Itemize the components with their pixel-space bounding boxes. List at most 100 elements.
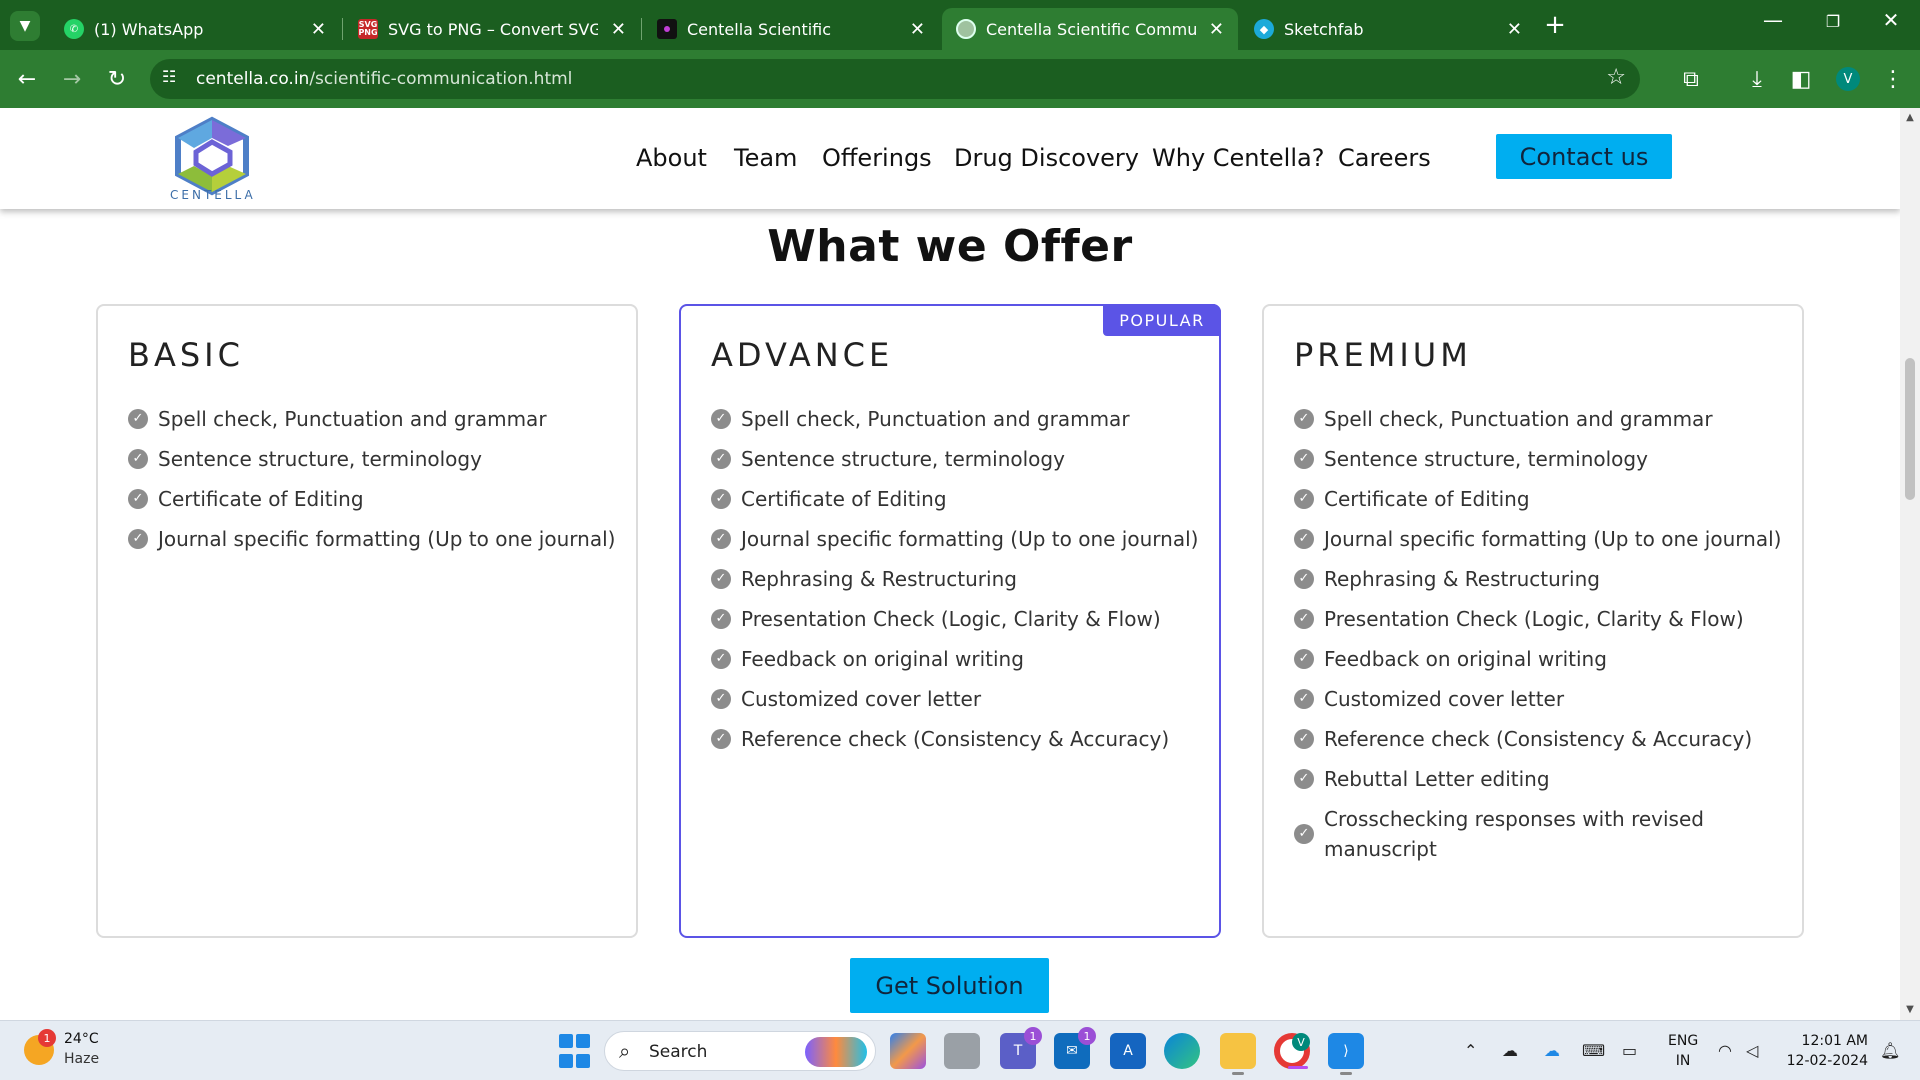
get-solution-button[interactable]: Get Solution (850, 958, 1049, 1013)
folder-icon[interactable] (1220, 1033, 1256, 1075)
feature-item: ✓ Rephrasing & Restructuring (711, 564, 1201, 594)
feature-text: Presentation Check (Logic, Clarity & Flo… (741, 607, 1161, 631)
close-window-button[interactable]: ✕ (1868, 8, 1914, 32)
browser-menu-button[interactable]: ⋮ (1876, 62, 1910, 96)
notification-bell-icon[interactable]: 🔔︎ (1880, 1041, 1900, 1060)
scroll-down-icon[interactable]: ▼ (1900, 1004, 1920, 1015)
feature-text: Feedback on original writing (1324, 647, 1607, 671)
popular-badge: POPULAR (1103, 304, 1221, 336)
close-icon[interactable]: ✕ (1507, 19, 1522, 40)
page-scrollbar[interactable]: ▲ ▼ (1900, 108, 1920, 1020)
check-circle-icon: ✓ (711, 449, 731, 469)
minimize-button[interactable]: — (1750, 8, 1796, 32)
clock[interactable]: 12:01 AM 12-02-2024 (1780, 1031, 1868, 1071)
azure-icon[interactable]: A (1110, 1033, 1146, 1069)
weather-temperature[interactable]: 24°C (64, 1031, 99, 1047)
downloads-button[interactable]: ⤓ (1740, 62, 1774, 96)
tab-centella-communication[interactable]: Centella Scientific Communicati ✕ (942, 8, 1238, 50)
address-bar[interactable]: ☷ centella.co.in/scientific-communicatio… (150, 59, 1640, 99)
web-page: CENTELLA About Team Offerings Drug Disco… (0, 108, 1900, 1020)
check-circle-icon: ✓ (711, 729, 731, 749)
tab-strip: ▼ ✆ (1) WhatsApp ✕ SVG PNG SVG to PNG – … (0, 0, 1920, 50)
reload-button[interactable]: ↻ (100, 62, 134, 96)
check-circle-icon: ✓ (1294, 649, 1314, 669)
feature-item: ✓ Crosschecking responses with revised ma… (1294, 804, 1784, 864)
extensions-button[interactable]: ⧉ (1674, 62, 1708, 96)
onedrive-icon[interactable]: ☁ (1544, 1041, 1560, 1060)
plan-title: BASIC (128, 336, 244, 374)
svg-png-icon: SVG PNG (358, 19, 378, 39)
url-text[interactable]: centella.co.in/scientific-communication.… (196, 69, 572, 89)
site-info-icon[interactable]: ☷ (162, 67, 176, 86)
sketchfab-icon: ◆ (1254, 19, 1274, 39)
file-manager-icon[interactable] (944, 1033, 980, 1069)
tab-svg-to-png[interactable]: SVG PNG SVG to PNG – Convert SVG files ✕ (344, 8, 640, 50)
volume-icon[interactable]: ◁ (1746, 1041, 1758, 1060)
teams-icon[interactable]: T1 (1000, 1027, 1042, 1069)
restore-button[interactable]: ❐ (1810, 12, 1856, 31)
date-text: 12-02-2024 (1786, 1053, 1868, 1069)
check-circle-icon: ✓ (711, 409, 731, 429)
side-panel-button[interactable]: ◧ (1784, 62, 1818, 96)
taskbar: 1 24°C Haze ⌕ Search T1 ✉ 1 A V ⟩ ⌃ ☁ ☁ ⌨… (0, 1020, 1920, 1080)
new-tab-button[interactable]: + (1540, 10, 1570, 40)
contact-us-button[interactable]: Contact us (1496, 134, 1672, 179)
edge-icon[interactable] (1164, 1033, 1200, 1069)
scroll-thumb[interactable] (1905, 358, 1915, 500)
feature-list: ✓ Spell check, Punctuation and grammar ✓ Se… (128, 404, 618, 564)
weather-description[interactable]: Haze (64, 1051, 99, 1067)
nav-about[interactable]: About (636, 144, 707, 172)
check-circle-icon: ✓ (1294, 409, 1314, 429)
tab-sketchfab[interactable]: ◆ Sketchfab ✕ (1240, 8, 1536, 50)
plan-title: PREMIUM (1294, 336, 1472, 374)
running-indicator (1340, 1072, 1352, 1075)
forward-button[interactable]: → (55, 62, 89, 96)
language-indicator[interactable]: ENG IN (1668, 1031, 1698, 1071)
feature-item: ✓ Feedback on original writing (1294, 644, 1784, 674)
bookmark-star-icon[interactable]: ☆ (1606, 65, 1626, 90)
tab-search-button[interactable]: ▼ (10, 11, 40, 41)
scroll-up-icon[interactable]: ▲ (1900, 112, 1920, 123)
feature-list: ✓ Spell check, Punctuation and grammar ✓ Se… (711, 404, 1201, 764)
feature-list: ✓ Spell check, Punctuation and grammar ✓ Se… (1294, 404, 1784, 874)
keyboard-icon[interactable]: ⌨ (1582, 1041, 1605, 1060)
back-button[interactable]: ← (10, 62, 44, 96)
feature-item: ✓ Sentence structure, terminology (711, 444, 1201, 474)
feature-item: ✓ Customized cover letter (711, 684, 1201, 714)
globe-icon (956, 19, 976, 39)
feature-item: ✓ Feedback on original writing (711, 644, 1201, 674)
nav-offerings[interactable]: Offerings (822, 144, 932, 172)
feature-item: ✓ Customized cover letter (1294, 684, 1784, 714)
wifi-icon[interactable]: ◠ (1718, 1041, 1732, 1060)
nav-team[interactable]: Team (734, 144, 797, 172)
feature-text: Journal specific formatting (Up to one j… (741, 527, 1199, 551)
check-circle-icon: ✓ (1294, 489, 1314, 509)
chrome-icon[interactable]: V (1274, 1033, 1310, 1069)
close-icon[interactable]: ✕ (611, 19, 626, 40)
close-icon[interactable]: ✕ (910, 19, 925, 40)
nav-why-centella[interactable]: Why Centella? (1152, 144, 1324, 172)
copilot-icon[interactable] (890, 1033, 926, 1069)
profile-avatar[interactable]: V (1836, 67, 1860, 91)
cloud-sync-icon[interactable]: ☁ (1502, 1041, 1518, 1060)
display-icon[interactable]: ▭ (1622, 1041, 1637, 1060)
tab-centella-scientific[interactable]: Centella Scientific ✕ (643, 8, 939, 50)
nav-careers[interactable]: Careers (1338, 144, 1431, 172)
vscode-icon[interactable]: ⟩ (1328, 1033, 1364, 1075)
feature-text: Certificate of Editing (741, 487, 947, 511)
taskbar-search[interactable]: ⌕ Search (604, 1031, 876, 1071)
chevron-up-icon[interactable]: ⌃ (1464, 1041, 1477, 1060)
close-icon[interactable]: ✕ (311, 19, 326, 40)
tab-whatsapp[interactable]: ✆ (1) WhatsApp ✕ (50, 8, 340, 50)
feature-item: ✓ Rephrasing & Restructuring (1294, 564, 1784, 594)
logo-text: CENTELLA (170, 188, 256, 202)
close-icon[interactable]: ✕ (1209, 19, 1224, 40)
mail-icon[interactable]: ✉ 1 (1054, 1027, 1096, 1069)
section-title: What we Offer (767, 221, 1133, 272)
feature-text: Spell check, Punctuation and grammar (1324, 407, 1713, 431)
windows-start-icon[interactable] (556, 1033, 592, 1069)
feature-text: Rephrasing & Restructuring (741, 567, 1017, 591)
feature-item: ✓ Presentation Check (Logic, Clarity & Fl… (1294, 604, 1784, 634)
nav-drug-discovery[interactable]: Drug Discovery (954, 144, 1139, 172)
check-circle-icon: ✓ (711, 569, 731, 589)
